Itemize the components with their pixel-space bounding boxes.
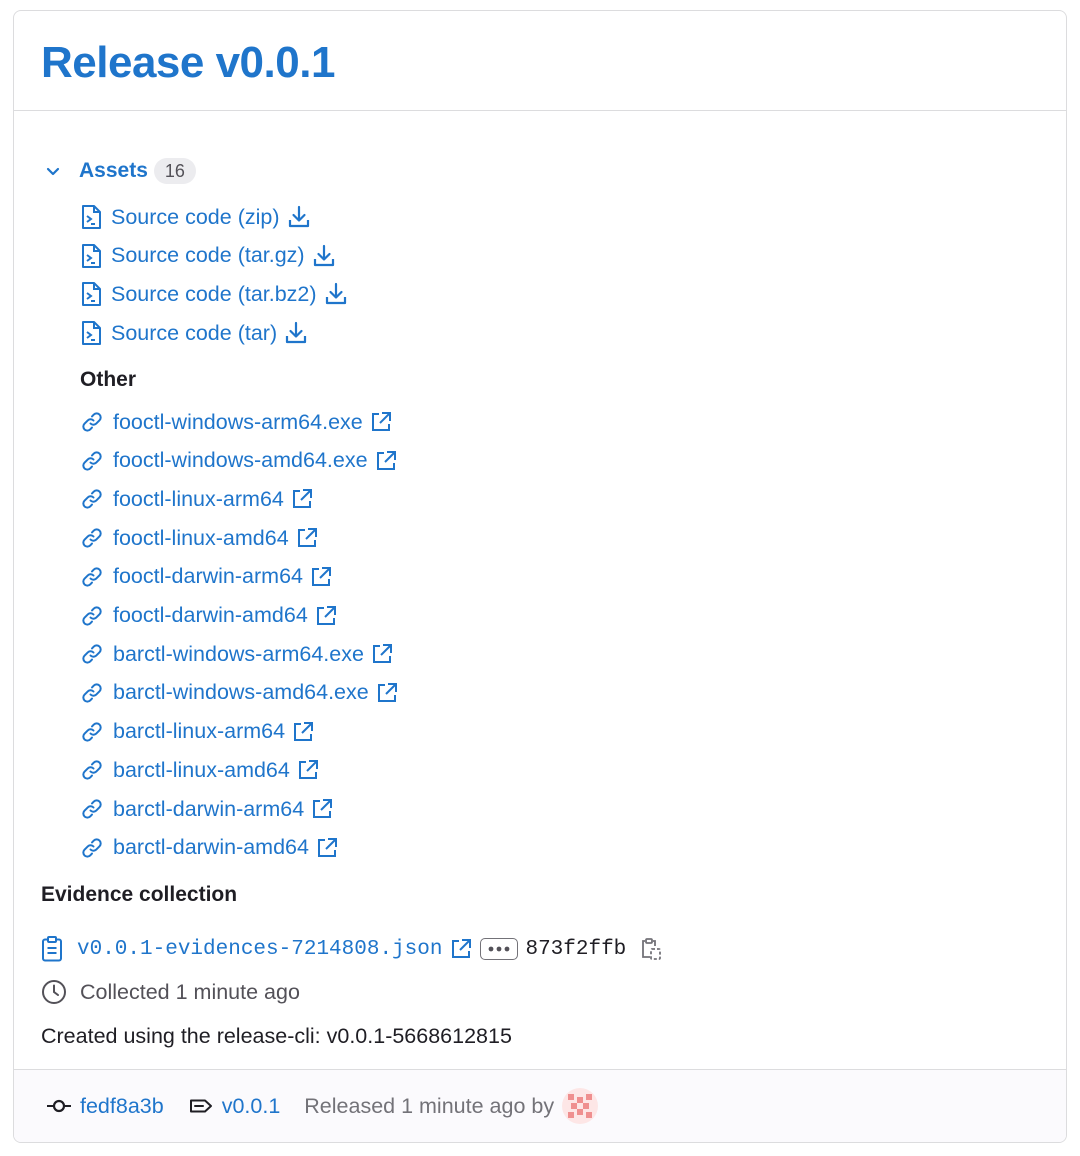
other-heading: Other: [80, 368, 137, 391]
released-text: Released 1 minute ago by: [304, 1093, 555, 1118]
asset-link[interactable]: fooctl-linux-arm64: [80, 484, 313, 514]
assets-toggle[interactable]: Assets 16: [44, 157, 196, 185]
link-icon: [80, 604, 104, 628]
release-title[interactable]: Release v0.0.1: [41, 39, 335, 87]
assets-count-badge: 16: [153, 158, 196, 184]
asset-link[interactable]: fooctl-windows-amd64.exe: [80, 446, 397, 476]
link-icon: [80, 797, 104, 821]
external-link-icon: [375, 450, 397, 472]
doc-code-icon: [80, 320, 102, 346]
clipboard-icon: [41, 936, 63, 962]
asset-link-label: barctl-linux-amd64: [113, 757, 290, 782]
source-code-link[interactable]: Source code (zip): [80, 202, 311, 232]
source-code-link-label: Source code (tar.bz2): [111, 281, 317, 306]
assets-label: Assets: [79, 159, 148, 182]
download-icon: [284, 321, 308, 345]
external-link-icon: [291, 488, 313, 510]
source-code-link-label: Source code (zip): [111, 204, 280, 229]
link-icon: [80, 758, 104, 782]
evidence-collected: Collected 1 minute ago: [41, 977, 300, 1007]
link-icon: [80, 449, 104, 473]
asset-link-label: barctl-windows-arm64.exe: [113, 641, 364, 666]
clock-icon: [41, 979, 67, 1005]
external-link-icon: [297, 759, 319, 781]
link-icon: [80, 565, 104, 589]
asset-link-label: fooctl-windows-amd64.exe: [113, 448, 368, 473]
source-code-link[interactable]: Source code (tar): [80, 318, 308, 348]
link-icon: [80, 836, 104, 860]
evidence-row: v0.0.1-evidences-7214808.json 873f2ffb: [41, 933, 662, 965]
asset-link-label: barctl-linux-arm64: [113, 719, 286, 744]
release-card: Release v0.0.1 Assets 16 Source code (zi…: [13, 10, 1067, 1143]
asset-link[interactable]: barctl-linux-amd64: [80, 755, 319, 785]
source-code-link-label: Source code (tar): [111, 320, 278, 345]
external-link-icon: [296, 527, 318, 549]
doc-code-icon: [80, 281, 102, 307]
source-code-link[interactable]: Source code (tar.bz2): [80, 279, 348, 309]
link-icon: [80, 410, 104, 434]
asset-link-label: fooctl-linux-amd64: [113, 525, 289, 550]
asset-link[interactable]: fooctl-linux-amd64: [80, 523, 318, 553]
asset-link-label: fooctl-linux-arm64: [113, 486, 284, 511]
download-icon: [287, 205, 311, 229]
asset-link[interactable]: barctl-darwin-amd64: [80, 833, 338, 863]
collected-text: Collected 1 minute ago: [80, 979, 300, 1004]
download-icon: [312, 244, 336, 268]
show-sha-button[interactable]: [480, 938, 519, 960]
asset-link-label: fooctl-darwin-arm64: [113, 564, 303, 589]
link-icon: [80, 642, 104, 666]
download-icon: [324, 282, 348, 306]
asset-link-label: fooctl-darwin-amd64: [113, 603, 308, 627]
link-icon: [80, 487, 104, 511]
asset-link[interactable]: fooctl-darwin-arm64: [80, 562, 332, 592]
asset-link-label: barctl-windows-amd64.exe: [113, 680, 369, 705]
external-link-icon: [292, 721, 314, 743]
avatar[interactable]: [562, 1088, 599, 1124]
commit-link[interactable]: fedf8a3b: [80, 1094, 164, 1119]
source-code-link-label: Source code (tar.gz): [111, 243, 305, 268]
asset-link-label: barctl-darwin-amd64: [113, 835, 309, 860]
link-icon: [80, 526, 104, 550]
doc-code-icon: [80, 243, 102, 269]
doc-code-icon: [80, 204, 102, 230]
asset-link-label: barctl-darwin-arm64: [113, 796, 305, 821]
asset-link[interactable]: fooctl-darwin-amd64: [80, 601, 337, 631]
asset-link[interactable]: barctl-darwin-arm64: [80, 794, 333, 824]
external-link-icon: [315, 605, 337, 627]
asset-link-label: fooctl-windows-arm64.exe: [113, 409, 363, 434]
asset-link[interactable]: barctl-windows-amd64.exe: [80, 678, 398, 708]
asset-link[interactable]: fooctl-windows-arm64.exe: [80, 407, 392, 437]
asset-link[interactable]: barctl-windows-arm64.exe: [80, 639, 393, 669]
tag-icon: [188, 1098, 214, 1114]
evidence-heading: Evidence collection: [41, 883, 238, 906]
commit-icon: [46, 1098, 72, 1114]
external-link-icon: [310, 566, 332, 588]
release-description: Created using the release-cli: v0.0.1-56…: [41, 1024, 512, 1048]
external-link-icon: [316, 837, 338, 859]
release-header: Release v0.0.1: [14, 11, 1066, 111]
tag-link[interactable]: v0.0.1: [222, 1094, 281, 1119]
external-link-icon: [376, 682, 398, 704]
evidence-sha: 873f2ffb: [525, 937, 627, 961]
external-link-icon[interactable]: [450, 938, 472, 960]
external-link-icon: [371, 643, 393, 665]
evidence-file-link[interactable]: v0.0.1-evidences-7214808.json: [77, 938, 442, 961]
chevron-down-icon: [44, 162, 62, 180]
copy-sha-icon[interactable]: [640, 937, 662, 961]
link-icon: [80, 720, 104, 744]
asset-link[interactable]: barctl-linux-arm64: [80, 717, 314, 747]
release-footer: fedf8a3b v0.0.1 Released 1 minute ago by: [14, 1069, 1066, 1142]
source-code-link[interactable]: Source code (tar.gz): [80, 241, 336, 271]
external-link-icon: [370, 411, 392, 433]
external-link-icon: [311, 798, 333, 820]
link-icon: [80, 681, 104, 705]
